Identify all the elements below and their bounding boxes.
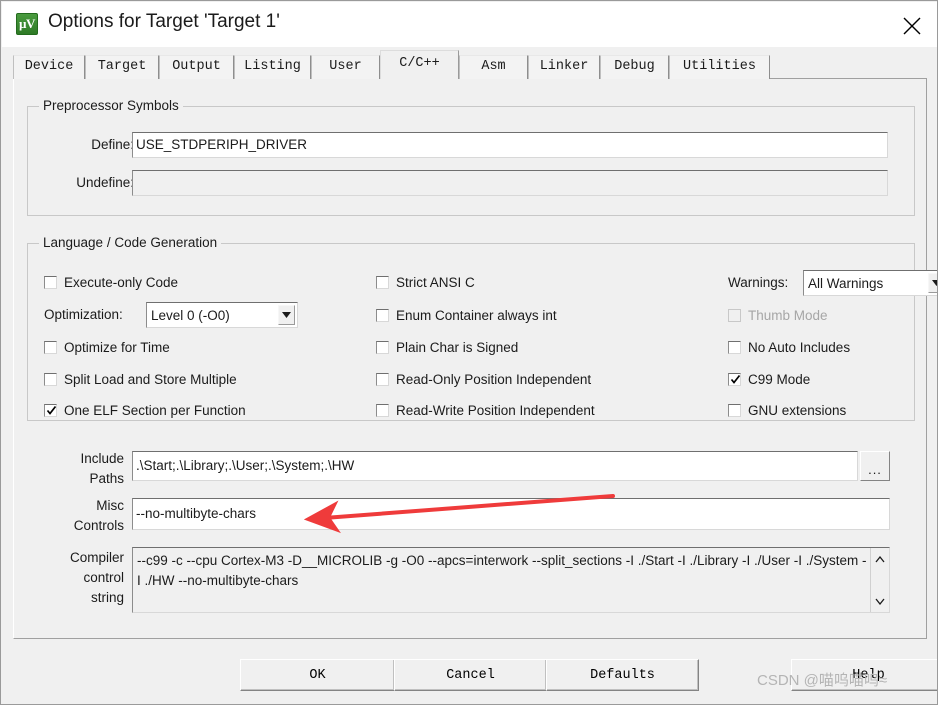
compiler-control-string-value: --c99 -c --cpu Cortex-M3 -D__MICROLIB -g…: [137, 553, 867, 588]
define-input[interactable]: USE_STDPERIPH_DRIVER: [132, 132, 888, 158]
tab-linker[interactable]: Linker: [528, 55, 600, 79]
keil-uvision-icon: µV: [16, 13, 38, 35]
checkbox-label: Execute-only Code: [64, 275, 179, 290]
tab-c-c[interactable]: C/C++: [380, 50, 459, 79]
misc-controls-label-line2: Controls: [73, 518, 124, 533]
checkbox-label: Split Load and Store Multiple: [64, 372, 237, 387]
empty-checkbox-icon: [376, 341, 389, 354]
optimization-select[interactable]: Level 0 (-O0): [146, 302, 298, 328]
checkbox-label: Strict ANSI C: [396, 275, 475, 290]
empty-checkbox-icon: [728, 404, 741, 417]
checkbox-label: GNU extensions: [748, 403, 847, 418]
page-title: Options for Target 'Target 1': [48, 11, 280, 32]
checkbox-label: No Auto Includes: [748, 340, 851, 355]
checkmark-icon: [44, 404, 57, 417]
optimization-value: Level 0 (-O0): [151, 307, 230, 323]
group-title-preprocessor: Preprocessor Symbols: [39, 98, 183, 113]
optimization-label: Optimization:: [44, 307, 123, 322]
group-language-code-generation: Language / Code Generation: [27, 235, 915, 421]
empty-checkbox-icon: [376, 373, 389, 386]
compiler-control-string-label-line1: Compiler: [69, 550, 124, 565]
checkbox-label: Enum Container always int: [396, 308, 557, 323]
include-paths-input[interactable]: .\Start;.\Library;.\User;.\System;.\HW: [132, 451, 858, 481]
browse-include-paths-button[interactable]: ...: [860, 451, 890, 481]
tab-panel-cpp: Preprocessor Symbols Define: USE_STDPERI…: [13, 79, 937, 639]
empty-checkbox-icon: [44, 341, 57, 354]
misc-controls-input[interactable]: --no-multibyte-chars: [132, 498, 890, 530]
chevron-down-icon[interactable]: [278, 305, 295, 325]
chevron-down-icon[interactable]: [928, 273, 937, 293]
ok-button[interactable]: OK: [240, 659, 395, 691]
compiler-string-scrollbar[interactable]: [870, 548, 889, 612]
title-bar: µV Options for Target 'Target 1': [2, 2, 937, 47]
compiler-control-string-textarea[interactable]: --c99 -c --cpu Cortex-M3 -D__MICROLIB -g…: [132, 547, 890, 613]
tab-debug[interactable]: Debug: [600, 55, 669, 79]
empty-checkbox-icon: [376, 404, 389, 417]
group-title-language: Language / Code Generation: [39, 235, 222, 250]
include-paths-label-line1: Include: [80, 451, 124, 466]
checkbox-label: Read-Write Position Independent: [396, 403, 595, 418]
group-preprocessor-symbols: Preprocessor Symbols: [27, 98, 915, 216]
misc-controls-label-line1: Misc: [96, 498, 124, 513]
compiler-control-string-label-line3: string: [90, 590, 124, 605]
empty-checkbox-icon: [728, 341, 741, 354]
checkbox-label: One ELF Section per Function: [64, 403, 246, 418]
app-icon-glyph: µV: [19, 16, 35, 31]
warnings-select[interactable]: All Warnings: [803, 270, 937, 296]
checkbox-label: C99 Mode: [748, 372, 811, 387]
empty-checkbox-icon: [44, 373, 57, 386]
tab-utilities[interactable]: Utilities: [669, 55, 770, 79]
defaults-button[interactable]: Defaults: [546, 659, 699, 691]
cancel-button[interactable]: Cancel: [394, 659, 547, 691]
empty-checkbox-icon: [728, 309, 741, 322]
checkmark-icon: [728, 373, 741, 386]
checkbox-label: Read-Only Position Independent: [396, 372, 592, 387]
checkbox-label: Thumb Mode: [748, 308, 828, 323]
tab-asm[interactable]: Asm: [459, 55, 528, 79]
tab-output[interactable]: Output: [159, 55, 234, 79]
include-paths-label-line2: Paths: [89, 471, 124, 486]
help-button[interactable]: Help: [791, 659, 937, 691]
close-icon[interactable]: [887, 3, 937, 46]
empty-checkbox-icon: [376, 276, 389, 289]
tab-user[interactable]: User: [311, 55, 380, 79]
checkbox-label: Plain Char is Signed: [396, 340, 519, 355]
undefine-label: Undefine:: [76, 175, 134, 190]
scroll-down-icon[interactable]: [871, 592, 889, 610]
define-label: Define:: [91, 137, 134, 152]
options-dialog: µV Options for Target 'Target 1' Device T…: [0, 0, 938, 705]
tab-bar: Device Target Output Listing User C/C++ Asm Lin…: [1, 47, 937, 79]
checkbox-label: Optimize for Time: [64, 340, 170, 355]
tab-listing[interactable]: Listing: [234, 55, 311, 79]
empty-checkbox-icon: [44, 276, 57, 289]
scroll-up-icon[interactable]: [871, 550, 889, 568]
empty-checkbox-icon: [376, 309, 389, 322]
undefine-input[interactable]: [132, 170, 888, 196]
tab-device[interactable]: Device: [13, 55, 85, 79]
warnings-value: All Warnings: [808, 275, 884, 291]
warnings-label: Warnings:: [728, 275, 789, 290]
tab-target[interactable]: Target: [85, 55, 159, 79]
compiler-control-string-label-line2: control: [83, 570, 124, 585]
